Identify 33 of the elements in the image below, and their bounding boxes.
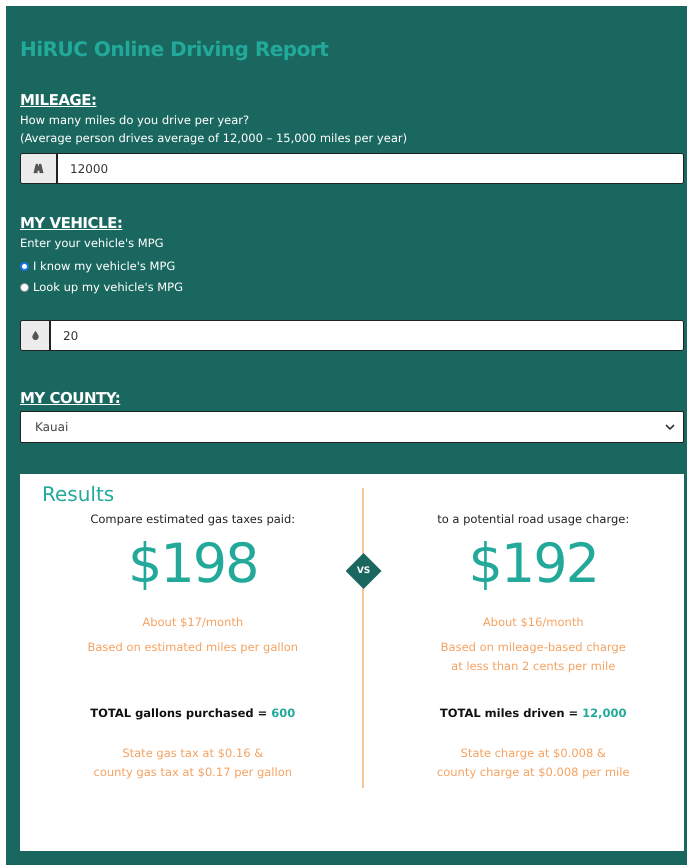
radio-label[interactable]: Look up my vehicle's MPG [33, 280, 184, 294]
help-text: Enter your vehicle's MPG [20, 235, 165, 252]
monthly-text: About $17/month [142, 614, 244, 631]
results-title: Results [42, 482, 116, 506]
rate-text: State gas tax at $0.16 & county gas tax at $0.17 per gallon [94, 745, 292, 781]
section-heading: MY COUNTY: [20, 389, 122, 407]
help-text: (Average person drives average of 12,000 – 15,000 miles per year) [20, 130, 408, 147]
monthly-text: About $16/month [482, 614, 584, 631]
total-value: 600 [271, 706, 296, 720]
basis-text: Based on mileage-based charge at less than 2 cents per mile [440, 639, 626, 675]
amount-value: $198 [128, 532, 258, 595]
page-title: HiRUC Online Driving Report [20, 37, 330, 61]
section-heading: MY VEHICLE: [20, 214, 124, 232]
radio-label[interactable]: I know my vehicle's MPG [33, 259, 176, 273]
radio-button[interactable] [20, 282, 29, 292]
input-field[interactable]: 20 [20, 320, 684, 351]
rate-text: State charge at $0.008 & county charge at $0.008 per mile [436, 745, 630, 781]
compare-label: to a potential road usage charge: [437, 512, 630, 526]
amount-value: $192 [468, 532, 598, 595]
radio-button[interactable] [20, 262, 29, 270]
section-heading: MILEAGE: [20, 91, 98, 109]
basis-text: Based on estimated miles per gallon [87, 639, 298, 656]
county-select[interactable]: Kauai [20, 411, 684, 443]
total-value: 12,000 [582, 706, 627, 720]
vs-badge: VS [346, 553, 382, 589]
help-text: How many miles do you drive per year? [20, 112, 250, 129]
road-icon [33, 163, 44, 174]
total-label: TOTAL miles driven = [440, 706, 578, 720]
chevron-down-icon [665, 424, 675, 430]
compare-label: Compare estimated gas taxes paid: [90, 512, 296, 526]
total-label: TOTAL gallons purchased = [90, 706, 268, 720]
input-field[interactable]: 12000 [20, 153, 684, 184]
drop-icon [30, 330, 40, 341]
